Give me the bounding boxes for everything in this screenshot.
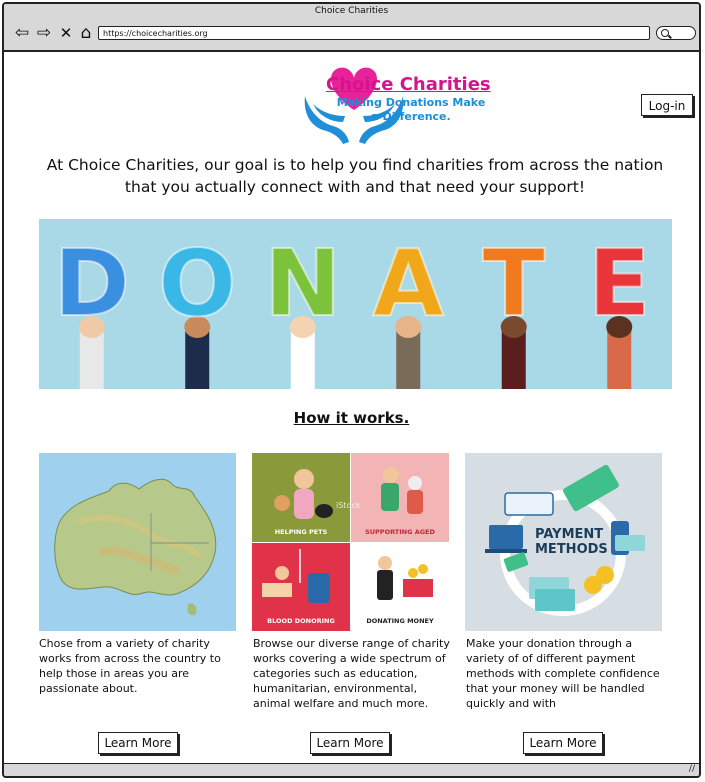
card-text-payment: Make your donation through a variety of … [466,637,660,710]
balloon-letter: D [54,230,130,337]
banner-arm [396,331,421,389]
learn-more-button-location[interactable]: Learn More [98,732,178,754]
payment-methods-caption: PAYMENT METHODS [535,527,608,557]
tile-donating-money: DONATING MONEY [351,543,449,631]
payment-methods-image: PAYMENT METHODS [465,453,662,631]
card-text-location: Chose from a variety of charity works fr… [39,637,221,695]
learn-more-button-payment[interactable]: Learn More [523,732,603,754]
how-it-works-heading: How it works. [293,409,410,427]
close-icon[interactable]: ✕ [56,23,76,43]
balloon-letter: E [588,230,651,337]
search-field[interactable] [656,26,696,40]
banner-arm [290,331,315,389]
banner-arm [79,331,104,389]
banner-arm [501,331,526,389]
browser-window: Choice Charities ⇦ ⇨ ✕ ⌂ https://choicec… [2,2,701,778]
donate-banner-image: DONATE [39,219,672,389]
tile-label: HELPING PETS [274,528,328,536]
window-title: Choice Charities [4,4,699,19]
resize-grip-icon[interactable]: // [689,764,695,774]
learn-more-button-categories[interactable]: Learn More [310,732,390,754]
intro-text: At Choice Charities, our goal is to help… [46,156,664,196]
donate-balloons-icon: DONATE [53,229,652,389]
search-icon [661,29,669,37]
url-bar[interactable]: https://choicecharities.org [98,26,650,40]
tile-label: DONATING MONEY [366,617,434,625]
back-arrow-icon[interactable]: ⇦ [12,23,32,43]
balloon-letter: T [482,230,545,337]
login-button[interactable]: Log-in [641,94,693,116]
horizontal-scrollbar[interactable]: // [4,763,699,776]
brand-tagline: Making Donations Make a Difference. [336,96,486,123]
balloon-letter: A [373,230,444,337]
browser-toolbar: ⇦ ⇨ ✕ ⌂ https://choicecharities.org [4,18,699,52]
banner-arm [607,331,632,389]
tile-blood-donoring: BLOOD DONORING [252,543,350,631]
australia-map-image [39,453,236,631]
tile-label: SUPPORTING AGED [365,528,435,536]
brand-name[interactable]: Choice Charities [326,74,491,95]
tile-label: BLOOD DONORING [267,617,335,625]
home-icon[interactable]: ⌂ [76,23,96,43]
watermark-text: iStock [336,501,361,510]
tile-helping-pets: HELPING PETS [252,453,350,542]
tile-supporting-aged: SUPPORTING AGED [351,453,449,542]
charity-categories-image: HELPING PETS SUPPORTING AGED BLOOD DONOR… [252,453,449,631]
balloon-letter: O [158,230,236,337]
forward-arrow-icon[interactable]: ⇨ [34,23,54,43]
banner-arm [185,331,210,389]
balloon-letter: N [264,230,341,337]
card-text-categories: Browse our diverse range of charity work… [253,637,450,710]
